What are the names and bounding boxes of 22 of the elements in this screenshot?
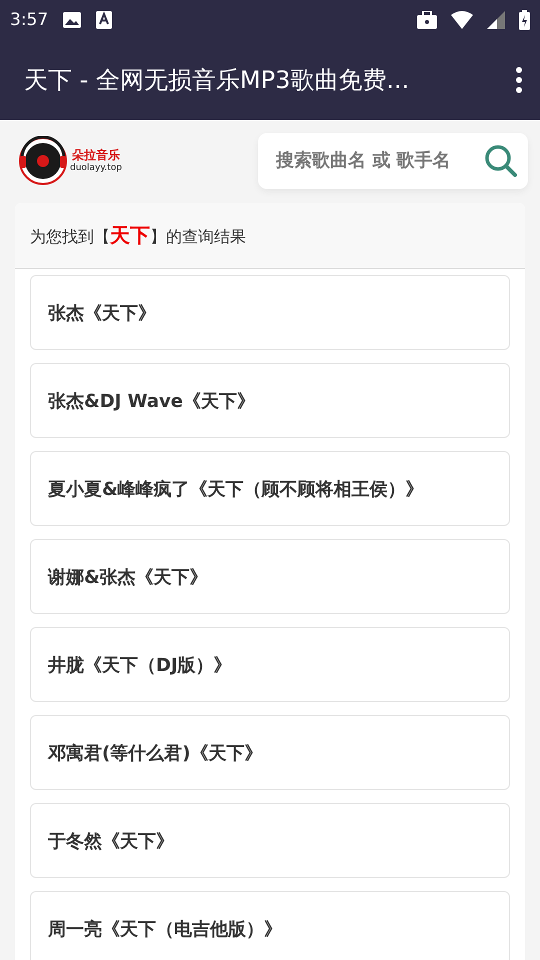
status-time: 3:57 [10, 10, 48, 30]
signal-icon [487, 11, 505, 29]
search-icon[interactable] [484, 144, 518, 178]
song-item[interactable]: 邓寓君(等什么君)《天下》 [30, 715, 510, 790]
results-heading: 为您找到【天下】的查询结果 [30, 222, 246, 249]
logo-domain: duolayy.top [70, 162, 122, 174]
song-item[interactable]: 谢娜&张杰《天下》 [30, 539, 510, 614]
app-title: 天下 - 全网无损音乐MP3歌曲免费... [24, 65, 410, 96]
song-item[interactable]: 周一亮《天下（电吉他版）》 [30, 891, 510, 960]
song-item[interactable]: 张杰&DJ Wave《天下》 [30, 363, 510, 438]
battery-icon [519, 10, 530, 30]
wifi-icon [451, 11, 473, 29]
image-icon [62, 11, 82, 29]
song-item[interactable]: 井胧《天下（DJ版）》 [30, 627, 510, 702]
logo-name: 朵拉音乐 [72, 148, 120, 162]
song-item[interactable]: 于冬然《天下》 [30, 803, 510, 878]
song-item[interactable]: 夏小夏&峰峰疯了《天下（顾不顾将相王侯）》 [30, 451, 510, 526]
vinyl-headphones-icon [18, 136, 68, 186]
song-item[interactable]: 张杰《天下》 [30, 275, 510, 350]
briefcase-icon [417, 11, 437, 29]
font-icon [96, 11, 112, 29]
more-menu-icon[interactable] [514, 67, 524, 93]
